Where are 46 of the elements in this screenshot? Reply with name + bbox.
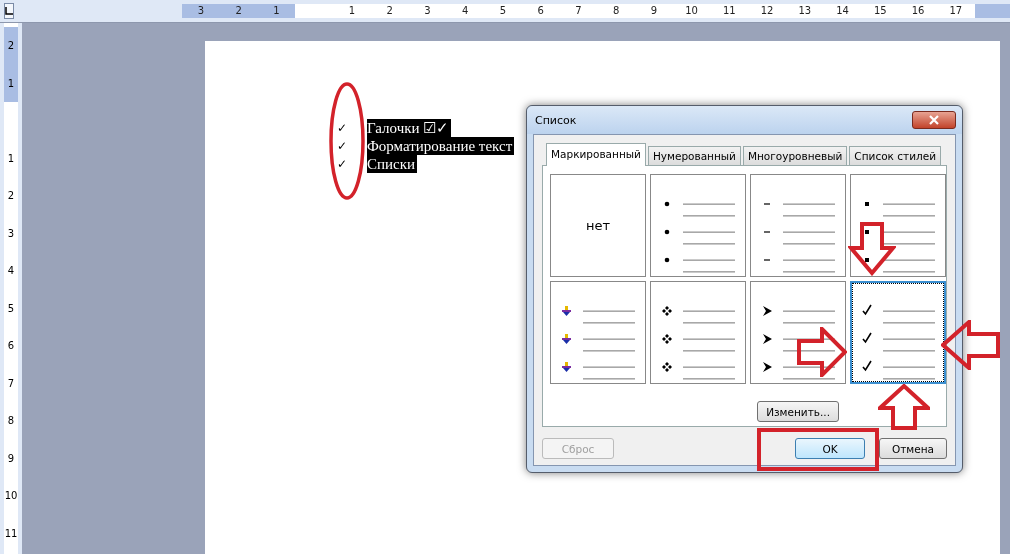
ruler-number: 1 bbox=[257, 4, 296, 18]
check-mark: ✓ bbox=[337, 121, 349, 135]
arrow-annotation bbox=[941, 320, 1000, 370]
ruler-number: 4 bbox=[446, 4, 484, 18]
ruler-number: 3 bbox=[408, 4, 447, 18]
tab[interactable]: Нумерованный bbox=[647, 146, 741, 165]
ruler-number: 8 bbox=[597, 4, 635, 18]
change-button[interactable]: Изменить... bbox=[757, 401, 839, 422]
ruler-number: 11 bbox=[710, 4, 749, 18]
bullet-option[interactable]: нет bbox=[550, 174, 646, 277]
ruler-number: 15 bbox=[861, 4, 900, 18]
ruler-number: 1 bbox=[333, 4, 371, 18]
ruler-number: 2 bbox=[370, 4, 409, 18]
arrow-annotation bbox=[878, 384, 930, 430]
ruler-number: 1 bbox=[4, 64, 18, 102]
tab-stop-icon[interactable] bbox=[4, 3, 14, 19]
vertical-ruler[interactable]: 2 1 1 2 3 4 5 6 7 8 9 10 11 bbox=[0, 23, 22, 554]
ruler-number: 16 bbox=[899, 4, 937, 18]
arrow-annotation bbox=[797, 327, 847, 377]
check-mark: ✓ bbox=[337, 157, 349, 171]
tab[interactable]: Маркированный bbox=[546, 143, 646, 166]
ruler-number: 2 bbox=[219, 4, 258, 18]
ruler-number: 3 bbox=[182, 4, 220, 18]
list-item-text: Форматирование текст bbox=[367, 137, 515, 155]
close-icon bbox=[929, 115, 939, 125]
ruler-number: 6 bbox=[521, 4, 560, 18]
list-item-text: Галочки ☑✓ bbox=[367, 119, 452, 137]
ruler-number: 9 bbox=[635, 4, 673, 18]
ok-button[interactable]: OK bbox=[795, 438, 865, 459]
ruler-number: 12 bbox=[748, 4, 786, 18]
ruler-number: 17 bbox=[937, 4, 975, 18]
close-button[interactable] bbox=[912, 111, 956, 129]
arrow-annotation bbox=[848, 222, 896, 276]
ruler-number: 13 bbox=[786, 4, 824, 18]
list-item-text: Списки bbox=[367, 155, 418, 173]
check-mark: ✓ bbox=[337, 139, 349, 153]
dialog-title: Список bbox=[535, 113, 577, 127]
ruler-number: 7 bbox=[559, 4, 598, 18]
tab[interactable]: Многоуровневый bbox=[742, 146, 848, 165]
ruler-number: 2 bbox=[4, 27, 18, 65]
tab[interactable]: Список стилей bbox=[849, 146, 941, 165]
cancel-button[interactable]: Отмена bbox=[879, 438, 947, 459]
bullet-option[interactable] bbox=[850, 281, 946, 384]
ruler-number: 10 bbox=[672, 4, 711, 18]
ruler-number: 5 bbox=[484, 4, 522, 18]
ruler-number: 14 bbox=[823, 4, 862, 18]
